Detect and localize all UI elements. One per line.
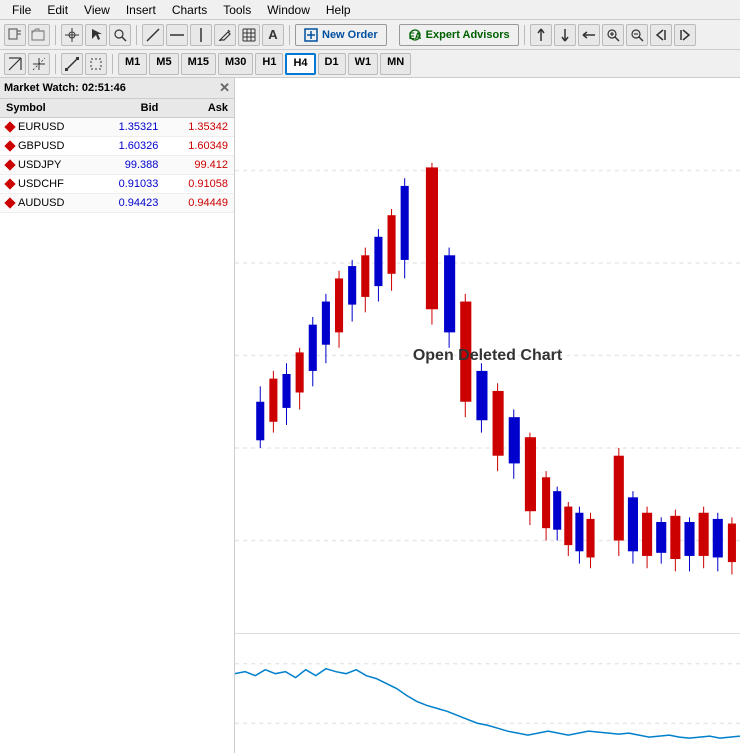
tf-h4[interactable]: H4	[285, 53, 315, 75]
tf-h1[interactable]: H1	[255, 53, 283, 75]
toolbar-2: M1 M5 M15 M30 H1 H4 D1 W1 MN	[0, 50, 740, 78]
new-chart-btn[interactable]	[4, 24, 26, 46]
market-watch-row[interactable]: AUDUSD 0.94423 0.94449	[0, 194, 234, 213]
sep3	[289, 25, 290, 45]
market-watch-row[interactable]: GBPUSD 1.60326 1.60349	[0, 137, 234, 156]
crosshair-btn[interactable]	[61, 24, 83, 46]
tf-mn[interactable]: MN	[380, 53, 411, 75]
zoom-in-btn[interactable]	[602, 24, 624, 46]
bid-value: 99.388	[95, 156, 165, 175]
menu-window[interactable]: Window	[259, 1, 318, 19]
chart-nav-btn3[interactable]	[578, 24, 600, 46]
ask-value: 99.412	[164, 156, 234, 175]
tf-m5[interactable]: M5	[149, 53, 178, 75]
bid-value: 1.60326	[95, 137, 165, 156]
zoom-out-btn[interactable]	[626, 24, 648, 46]
sep2	[136, 25, 137, 45]
toolbar-1: A New Order EA Expert Advisors	[0, 20, 740, 50]
symbol-name: USDCHF	[18, 178, 64, 190]
new-order-label: New Order	[322, 29, 378, 41]
symbol-name: EURUSD	[18, 121, 64, 133]
market-watch-row[interactable]: EURUSD 1.35321 1.35342	[0, 118, 234, 137]
chart-area: Open Deleted Chart	[235, 78, 740, 753]
chart-main[interactable]: Open Deleted Chart	[235, 78, 740, 633]
svg-text:EA: EA	[408, 31, 421, 41]
col-bid: Bid	[95, 99, 165, 118]
tf-m15[interactable]: M15	[181, 53, 216, 75]
bid-value: 1.35321	[95, 118, 165, 137]
sep6	[112, 54, 113, 74]
symbol-name: GBPUSD	[18, 140, 64, 152]
market-watch-header: Market Watch: 02:51:46 ✕	[0, 78, 234, 99]
symbol-cell: GBPUSD	[0, 137, 95, 156]
tf-w1[interactable]: W1	[348, 53, 379, 75]
menu-help[interactable]: Help	[318, 1, 359, 19]
tf-m1[interactable]: M1	[118, 53, 147, 75]
menu-view[interactable]: View	[76, 1, 118, 19]
pen-btn[interactable]	[214, 24, 236, 46]
symbol-cell: USDCHF	[0, 175, 95, 194]
tf-m30[interactable]: M30	[218, 53, 253, 75]
market-watch-table: Symbol Bid Ask EURUSD 1.35321 1.35342 GB…	[0, 99, 234, 213]
menu-insert[interactable]: Insert	[118, 1, 164, 19]
ask-value: 0.91058	[164, 175, 234, 194]
trendline-btn[interactable]	[61, 53, 83, 75]
grid-btn[interactable]	[238, 24, 260, 46]
market-watch-row[interactable]: USDCHF 0.91033 0.91058	[0, 175, 234, 194]
indicator-chart	[235, 634, 740, 753]
symbol-icon	[4, 159, 15, 170]
symbol-icon	[4, 178, 15, 189]
chart-scroll-left[interactable]	[650, 24, 672, 46]
bid-value: 0.94423	[95, 194, 165, 213]
market-watch-panel: Market Watch: 02:51:46 ✕ Symbol Bid Ask …	[0, 78, 235, 753]
text-btn[interactable]: A	[262, 24, 284, 46]
open-btn[interactable]	[28, 24, 50, 46]
symbol-name: USDJPY	[18, 159, 61, 171]
expert-advisors-button[interactable]: EA Expert Advisors	[399, 24, 519, 46]
market-watch-close[interactable]: ✕	[219, 80, 230, 96]
col-symbol: Symbol	[0, 99, 95, 118]
symbol-cell: AUDUSD	[0, 194, 95, 213]
ask-value: 0.94449	[164, 194, 234, 213]
menu-tools[interactable]: Tools	[215, 1, 259, 19]
symbol-icon	[4, 140, 15, 151]
tf-d1[interactable]: D1	[318, 53, 346, 75]
chart-sub	[235, 633, 740, 753]
chart-nav-btn1[interactable]	[530, 24, 552, 46]
ask-value: 1.35342	[164, 118, 234, 137]
expert-advisors-label: Expert Advisors	[426, 29, 510, 41]
candlestick-chart	[235, 78, 740, 633]
menu-bar: File Edit View Insert Charts Tools Windo…	[0, 0, 740, 20]
bid-value: 0.91033	[95, 175, 165, 194]
menu-edit[interactable]: Edit	[39, 1, 76, 19]
market-watch-title: Market Watch: 02:51:46	[4, 82, 126, 94]
zoom-btn[interactable]	[109, 24, 131, 46]
cursor-btn[interactable]	[4, 53, 26, 75]
symbol-icon	[4, 121, 15, 132]
menu-charts[interactable]: Charts	[164, 1, 215, 19]
symbol-cell: USDJPY	[0, 156, 95, 175]
sep4	[524, 25, 525, 45]
arrow-btn[interactable]	[85, 24, 107, 46]
sep1	[55, 25, 56, 45]
sep5	[55, 54, 56, 74]
symbol-cell: EURUSD	[0, 118, 95, 137]
market-watch-row[interactable]: USDJPY 99.388 99.412	[0, 156, 234, 175]
symbol-name: AUDUSD	[18, 197, 64, 209]
select-btn[interactable]	[85, 53, 107, 75]
symbol-icon	[4, 197, 15, 208]
new-order-button[interactable]: New Order	[295, 24, 387, 46]
menu-file[interactable]: File	[4, 1, 39, 19]
ask-value: 1.60349	[164, 137, 234, 156]
plus-cursor-btn[interactable]	[28, 53, 50, 75]
hline-btn[interactable]	[166, 24, 188, 46]
vline-btn[interactable]	[190, 24, 212, 46]
main-content: Market Watch: 02:51:46 ✕ Symbol Bid Ask …	[0, 78, 740, 753]
line-btn[interactable]	[142, 24, 164, 46]
chart-nav-btn2[interactable]	[554, 24, 576, 46]
chart-scroll-right[interactable]	[674, 24, 696, 46]
col-ask: Ask	[164, 99, 234, 118]
